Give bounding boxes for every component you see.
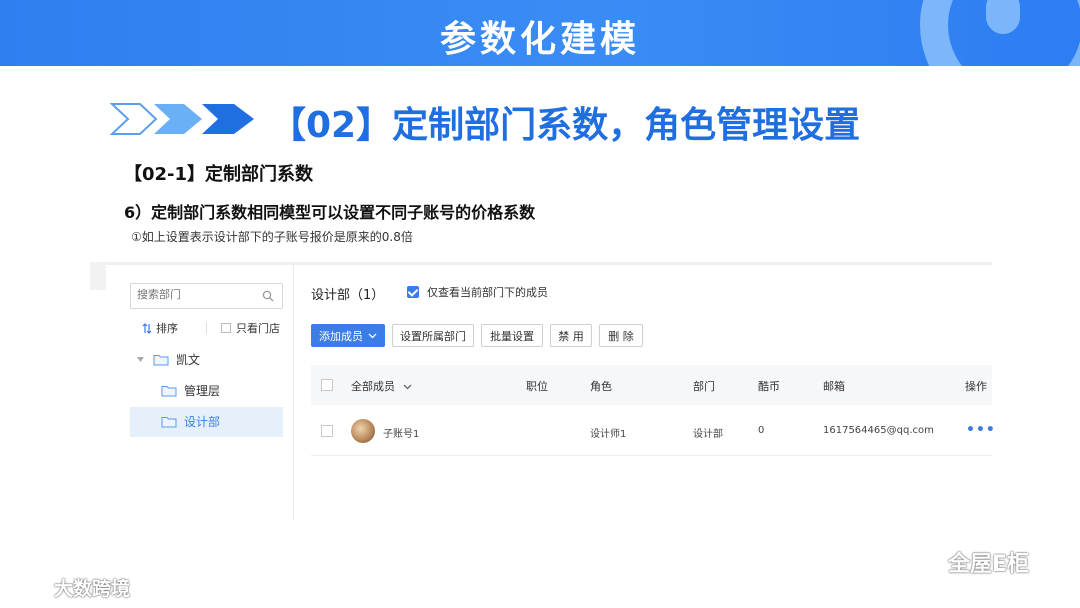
column-label: 全部成员 xyxy=(351,380,395,393)
batch-settings-button[interactable]: 批量设置 xyxy=(481,324,543,347)
watermark-right: 全屋E柜 xyxy=(900,546,1029,578)
tree-item-label: 管理层 xyxy=(184,384,221,398)
set-department-button[interactable]: 设置所属部门 xyxy=(392,324,474,347)
row-checkbox[interactable] xyxy=(321,425,333,437)
column-header-members[interactable]: 全部成员 xyxy=(351,378,412,394)
store-only-checkbox[interactable] xyxy=(221,323,231,333)
department-title: 设计部（1） xyxy=(311,288,385,303)
folder-icon xyxy=(153,354,169,365)
tree-item-label: 凯文 xyxy=(176,353,201,367)
chevron-down-icon xyxy=(403,384,411,390)
column-header-email: 邮箱 xyxy=(823,380,845,393)
sidebar-toolbar: 排序 只看门店 xyxy=(142,320,280,336)
only-current-checkbox[interactable] xyxy=(407,286,419,298)
member-coins: 0 xyxy=(758,425,765,436)
avatar xyxy=(351,419,375,443)
watermark-logo-icon xyxy=(11,578,49,597)
select-all-checkbox[interactable] xyxy=(321,379,333,391)
only-current-dept-toggle[interactable]: 仅查看当前部门下的成员 xyxy=(407,284,548,300)
header-banner: 参数化建模 xyxy=(0,0,1080,66)
caret-down-icon[interactable] xyxy=(136,355,145,364)
column-header-position: 职位 xyxy=(526,380,548,393)
member-management-panel: 排序 只看门店 凯文 管理层 设计部 xyxy=(106,262,995,520)
department-sidebar: 排序 只看门店 凯文 管理层 设计部 xyxy=(106,265,294,520)
section-point: 6）定制部门系数相同模型可以设置不同子账号的价格系数 xyxy=(124,203,536,222)
member-name: 子账号1 xyxy=(383,429,420,440)
panel-edge xyxy=(90,262,106,290)
chevron-arrows-icon xyxy=(110,103,254,135)
watermark-left: 大数跨境 xyxy=(10,574,130,601)
sort-icon[interactable] xyxy=(142,322,152,334)
search-icon[interactable] xyxy=(262,290,274,302)
add-member-button[interactable]: 添加成员 xyxy=(311,324,385,347)
chevron-down-icon xyxy=(368,333,377,338)
tree-item-design-dept[interactable]: 设计部 xyxy=(161,413,220,430)
section-subtitle: 【02-1】定制部门系数 xyxy=(124,164,314,185)
column-header-role: 角色 xyxy=(590,380,612,393)
folder-icon xyxy=(161,416,177,427)
member-list-area: 设计部（1） 仅查看当前部门下的成员 添加成员 设置所属部门 批量设置 禁 用 … xyxy=(311,265,995,520)
tree-item-root[interactable]: 凯文 xyxy=(136,351,200,368)
table-row[interactable]: 子账号1 设计师1 设计部 0 1617564465@qq.com ••• xyxy=(311,406,995,456)
member-department: 设计部 xyxy=(693,429,723,440)
folder-icon xyxy=(161,385,177,396)
store-only-label: 只看门店 xyxy=(236,322,280,335)
watermark-left-text: 大数跨境 xyxy=(54,578,131,600)
column-header-actions: 操作 xyxy=(965,380,987,393)
department-search[interactable] xyxy=(130,283,283,309)
department-search-input[interactable] xyxy=(137,288,257,301)
tree-item-label: 设计部 xyxy=(184,415,221,429)
slide-heading: 【02】定制部门系数，角色管理设置 xyxy=(270,105,861,146)
disable-button[interactable]: 禁 用 xyxy=(550,324,592,347)
column-header-coins: 酷币 xyxy=(758,380,780,393)
toolbar-divider xyxy=(206,322,207,334)
banner-title: 参数化建模 xyxy=(439,19,640,60)
sort-label[interactable]: 排序 xyxy=(156,320,178,336)
add-member-label: 添加成员 xyxy=(319,329,363,343)
delete-button[interactable]: 删 除 xyxy=(599,324,643,347)
only-current-label: 仅查看当前部门下的成员 xyxy=(427,286,548,299)
watermark-right-text: 全屋E柜 xyxy=(948,552,1030,577)
column-header-department: 部门 xyxy=(693,380,715,393)
tree-item-management[interactable]: 管理层 xyxy=(161,382,220,399)
member-email: 1617564465@qq.com xyxy=(823,425,934,436)
more-actions-icon[interactable]: ••• xyxy=(966,422,996,438)
table-header: 全部成员 职位 角色 部门 酷币 邮箱 操作 xyxy=(311,365,992,405)
member-role: 设计师1 xyxy=(590,429,627,440)
wechat-icon xyxy=(901,547,942,576)
section-note: ①如上设置表示设计部下的子账号报价是原来的0.8倍 xyxy=(131,230,413,244)
